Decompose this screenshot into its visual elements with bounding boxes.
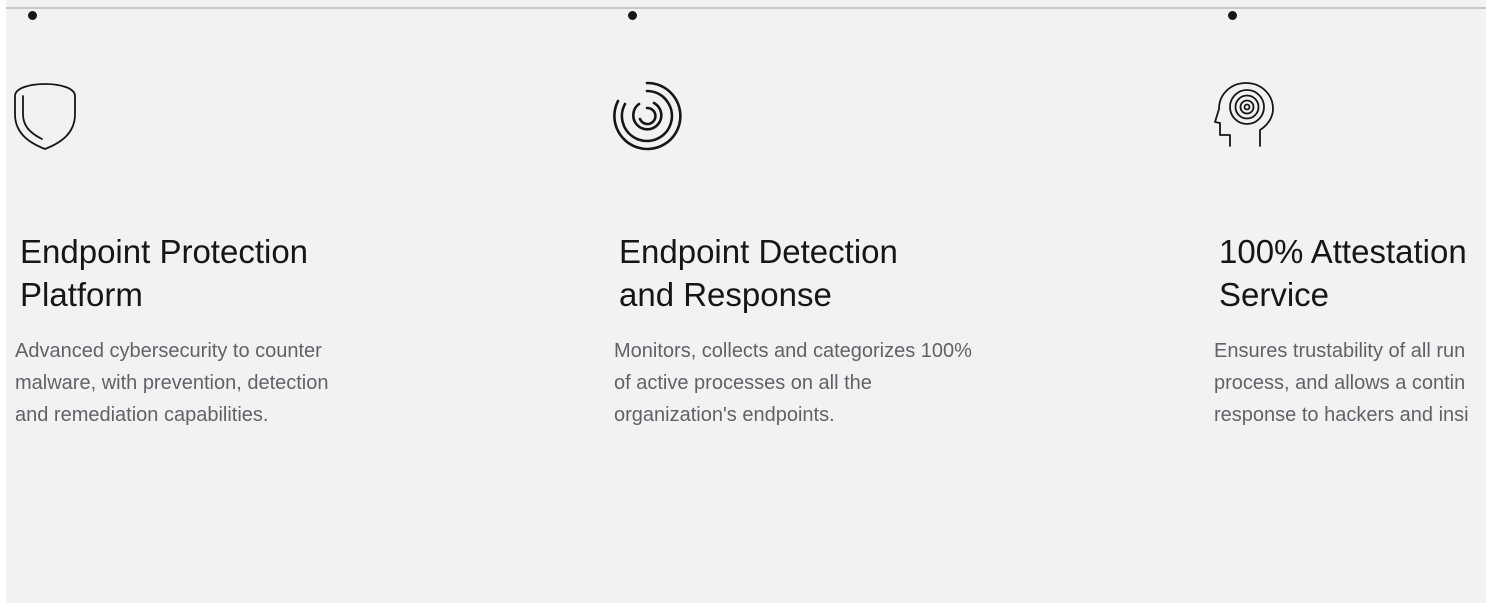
card-title: 100% Attestation Service	[1219, 233, 1467, 313]
card-description: Monitors, collects and categorizes 100% …	[614, 340, 972, 426]
card-description: Advanced cybersecurity to counter malwar…	[15, 340, 329, 426]
target-rings-icon	[611, 80, 683, 152]
feature-card-endpoint-protection: Endpoint Protection Platform Advanced cy…	[12, 0, 432, 603]
feature-card-attestation: 100% Attestation Service Ensures trustab…	[1211, 0, 1486, 603]
card-description: Ensures trustability of all run process,…	[1214, 340, 1469, 426]
shield-icon	[12, 80, 84, 152]
card-title: Endpoint Detection and Response	[619, 233, 898, 313]
head-target-icon	[1211, 80, 1283, 152]
card-title: Endpoint Protection Platform	[20, 233, 309, 313]
features-section: Endpoint Protection Platform Advanced cy…	[6, 0, 1486, 603]
feature-card-endpoint-detection: Endpoint Detection and Response Monitors…	[611, 0, 1031, 603]
